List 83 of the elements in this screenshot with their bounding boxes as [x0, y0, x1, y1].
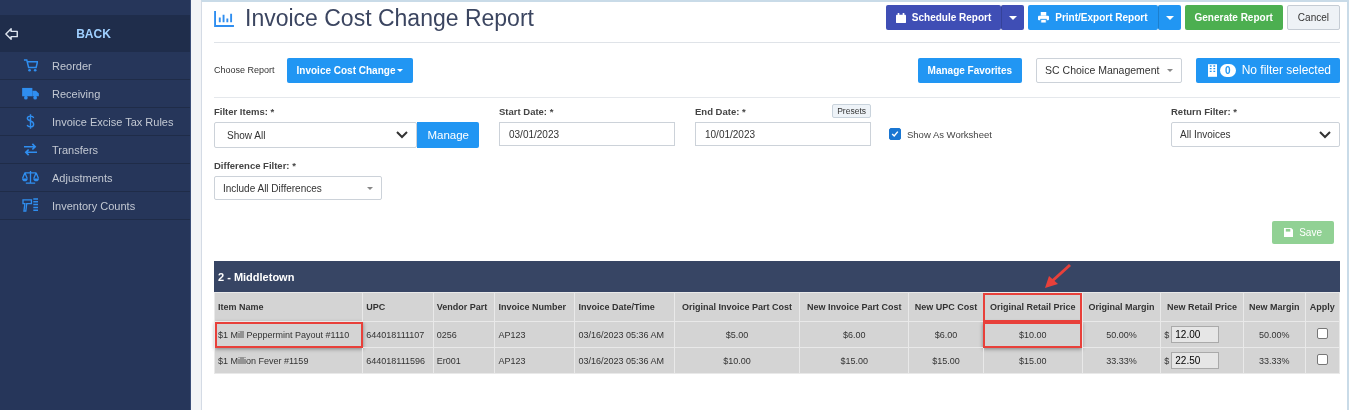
building-icon: [1208, 63, 1218, 77]
sidebar-item[interactable]: Invoice Excise Tax Rules: [0, 108, 190, 136]
table-cell: 03/16/2023 05:36 AM: [574, 321, 675, 348]
print-dropdown-button[interactable]: [1157, 5, 1181, 30]
filter-count-badge: 0: [1220, 63, 1236, 77]
table-cell: Er001: [433, 347, 495, 374]
column-header: Original Margin: [1082, 292, 1161, 322]
company-select[interactable]: SC Choice Management: [1036, 57, 1183, 83]
worksheet-checkbox[interactable]: [889, 128, 901, 140]
column-header: Item Name: [214, 292, 363, 322]
column-header: New Retail Price: [1160, 292, 1244, 322]
table-cell: 0256: [433, 321, 495, 348]
caret-icon: [1165, 15, 1174, 20]
balance-scale-icon: [22, 170, 39, 185]
choose-report-label: Choose Report: [214, 65, 275, 75]
table-cell: $15.00: [799, 347, 909, 374]
schedule-report-button[interactable]: Schedule Report: [885, 5, 1002, 30]
table-cell: $5.00: [674, 321, 800, 348]
sidebar-item[interactable]: Reorder: [0, 52, 190, 80]
table-cell: 50.00%: [1243, 321, 1306, 348]
schedule-dropdown-button[interactable]: [1001, 5, 1025, 30]
column-header: Apply: [1305, 292, 1340, 322]
table-cell: 03/16/2023 05:36 AM: [574, 347, 675, 374]
exchange-arrows-icon: [23, 143, 38, 156]
return-filter-select[interactable]: All Invoices: [1171, 122, 1340, 147]
annotation-arrow: [1042, 263, 1073, 289]
table-cell: 33.33%: [1243, 347, 1306, 374]
sidebar-item[interactable]: Inventory Counts: [0, 192, 190, 220]
column-header: New UPC Cost: [908, 292, 984, 322]
filter-items-select[interactable]: Show All: [214, 122, 418, 148]
table-cell: 644018111107: [362, 321, 434, 348]
presets-button[interactable]: Presets: [832, 104, 871, 118]
column-header: Invoice Date/Time: [574, 292, 675, 322]
column-header: Invoice Number: [494, 292, 575, 322]
table-cell: AP123: [494, 347, 575, 374]
page-title: Invoice Cost Change Report: [245, 4, 534, 32]
group-header: 2 - Middletown: [214, 261, 1340, 292]
table-cell: $15.00: [908, 347, 984, 374]
apply-checkbox[interactable]: [1316, 328, 1328, 339]
table-cell: $1 Million Fever #1159: [214, 347, 363, 374]
table-cell: $10.00: [983, 321, 1083, 348]
new-retail-price-field[interactable]: 12.00: [1171, 326, 1220, 343]
column-header: New Margin: [1243, 292, 1306, 322]
table-cell: $1 Mill Peppermint Payout #1110: [214, 321, 363, 348]
table-cell: $10.00: [674, 347, 800, 374]
table-cell: 33.33%: [1082, 347, 1161, 374]
start-date-label: Start Date: *: [499, 106, 555, 118]
worksheet-label: Show As Worksheet: [907, 128, 992, 140]
cart-icon: [23, 58, 38, 73]
table-cell: $15.00: [983, 347, 1083, 374]
table-cell: 644018111596: [362, 347, 434, 374]
dollar-icon: [26, 114, 35, 129]
back-arrow-icon[interactable]: [5, 26, 19, 41]
column-header: UPC: [362, 292, 434, 322]
column-header: Vendor Part: [433, 292, 495, 322]
calendar-icon: [895, 12, 906, 23]
start-date-field[interactable]: 03/01/2023: [499, 122, 675, 146]
printer-icon: [1038, 12, 1050, 23]
filter-items-label: Filter Items: *: [214, 106, 276, 118]
currency-symbol: $: [1164, 355, 1170, 366]
cancel-button[interactable]: Cancel: [1286, 5, 1340, 30]
sidebar-item[interactable]: Receiving: [0, 80, 190, 108]
sidebar-item[interactable]: Adjustments: [0, 164, 190, 192]
return-filter-label: Return Filter: *: [1171, 106, 1238, 118]
difference-filter-label: Difference Filter: *: [214, 160, 297, 172]
chevron-down-icon: [1319, 130, 1331, 139]
apply-checkbox[interactable]: [1316, 354, 1328, 365]
difference-filter-select[interactable]: Include All Differences: [214, 176, 382, 200]
truck-icon: [22, 87, 39, 100]
bar-chart-icon: [214, 9, 235, 27]
end-date-field[interactable]: 10/01/2023: [695, 122, 871, 146]
sidebar-item[interactable]: Transfers: [0, 136, 190, 164]
caret-icon: [1009, 15, 1018, 20]
table-cell: 50.00%: [1082, 321, 1161, 348]
currency-symbol: $: [1164, 329, 1170, 340]
table-cell: $6.00: [799, 321, 909, 348]
new-retail-price-field[interactable]: 22.50: [1171, 352, 1220, 369]
end-date-label: End Date: *: [695, 106, 746, 118]
column-header: New Invoice Part Cost: [799, 292, 909, 322]
column-header: Original Invoice Part Cost: [674, 292, 800, 322]
chevron-down-icon: [396, 131, 409, 139]
barcode-scanner-icon: [22, 198, 39, 213]
table-cell: AP123: [494, 321, 575, 348]
